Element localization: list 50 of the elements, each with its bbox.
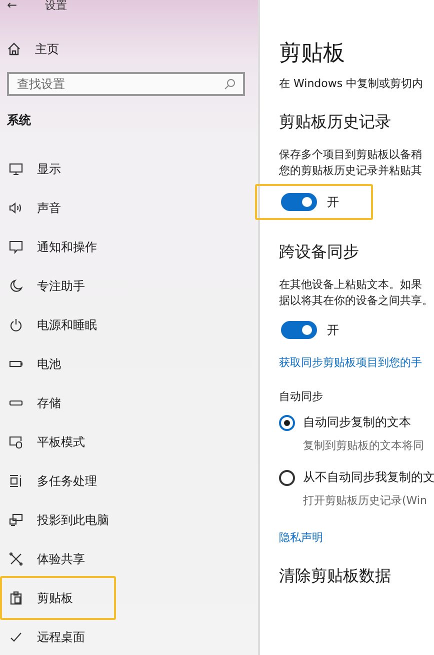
sync-link[interactable]: 获取同步剪贴板项目到您的手 <box>279 355 434 370</box>
search-field[interactable]: 查找设置 <box>7 72 245 96</box>
home-icon <box>7 42 21 56</box>
sidebar-item[interactable]: 平板模式 <box>0 429 116 455</box>
radio-button[interactable] <box>279 470 295 486</box>
share-icon <box>9 552 23 566</box>
toggle-switch[interactable] <box>281 321 317 339</box>
sidebar-item[interactable]: 体验共享 <box>0 546 116 572</box>
sidebar-item[interactable]: 专注助手 <box>0 273 116 299</box>
tablet-icon <box>9 435 23 449</box>
sidebar-item[interactable]: 远程桌面 <box>0 624 116 650</box>
speaker-icon <box>9 201 23 215</box>
sidebar-item[interactable]: 投影到此电脑 <box>0 507 116 533</box>
clipboard-icon <box>9 591 23 605</box>
page-title: 剪贴板 <box>279 40 346 68</box>
power-icon <box>9 318 23 332</box>
sidebar-item[interactable]: 存储 <box>0 390 116 416</box>
section-heading: 系统 <box>7 112 32 129</box>
option-hint: 打开剪贴板历史记录(Win <box>303 493 428 508</box>
radio-label[interactable]: 从不自动同步我复制的文 <box>303 469 434 486</box>
description-text: 在其他设备上粘贴文本。如果 据以将其在你的设备之间共享。 <box>279 277 434 309</box>
home-item[interactable]: 主页 <box>7 36 258 62</box>
check-icon <box>9 630 23 644</box>
back-button[interactable]: ← <box>7 0 45 12</box>
sidebar-item[interactable]: 通知和操作 <box>0 234 116 260</box>
section-heading: 跨设备同步 <box>279 242 360 263</box>
moon-icon <box>9 279 23 293</box>
privacy-link[interactable]: 隐私声明 <box>279 530 434 545</box>
sidebar-item[interactable]: 剪贴板 <box>0 576 116 620</box>
group-label: 自动同步 <box>279 389 324 404</box>
projector-icon <box>9 513 23 527</box>
description-text: 在 Windows 中复制或剪切内 <box>279 76 424 91</box>
sidebar-item[interactable]: 声音 <box>0 195 116 221</box>
section-heading: 剪贴板历史记录 <box>279 112 392 133</box>
sidebar-item[interactable]: 显示 <box>0 156 116 182</box>
toggle-label: 开 <box>327 322 339 338</box>
toggle-label: 开 <box>327 194 339 210</box>
radio-button[interactable] <box>279 414 295 430</box>
section-heading: 清除剪贴板数据 <box>279 566 392 587</box>
message-icon <box>9 240 23 254</box>
description-text: 保存多个项目到剪贴板以备稍 您的剪贴板历史记录并粘贴其 <box>279 147 423 179</box>
search-icon <box>224 78 236 90</box>
sidebar-item[interactable]: 电池 <box>0 351 116 377</box>
multitask-icon <box>9 474 23 488</box>
sidebar-item[interactable]: 多任务处理 <box>0 468 116 494</box>
monitor-icon <box>9 162 23 176</box>
sidebar-item[interactable]: 电源和睡眠 <box>0 312 116 338</box>
toggle-switch[interactable] <box>281 193 317 211</box>
option-hint: 复制到剪贴板的文本将同 <box>303 438 425 453</box>
radio-label[interactable]: 自动同步复制的文本 <box>303 414 411 431</box>
